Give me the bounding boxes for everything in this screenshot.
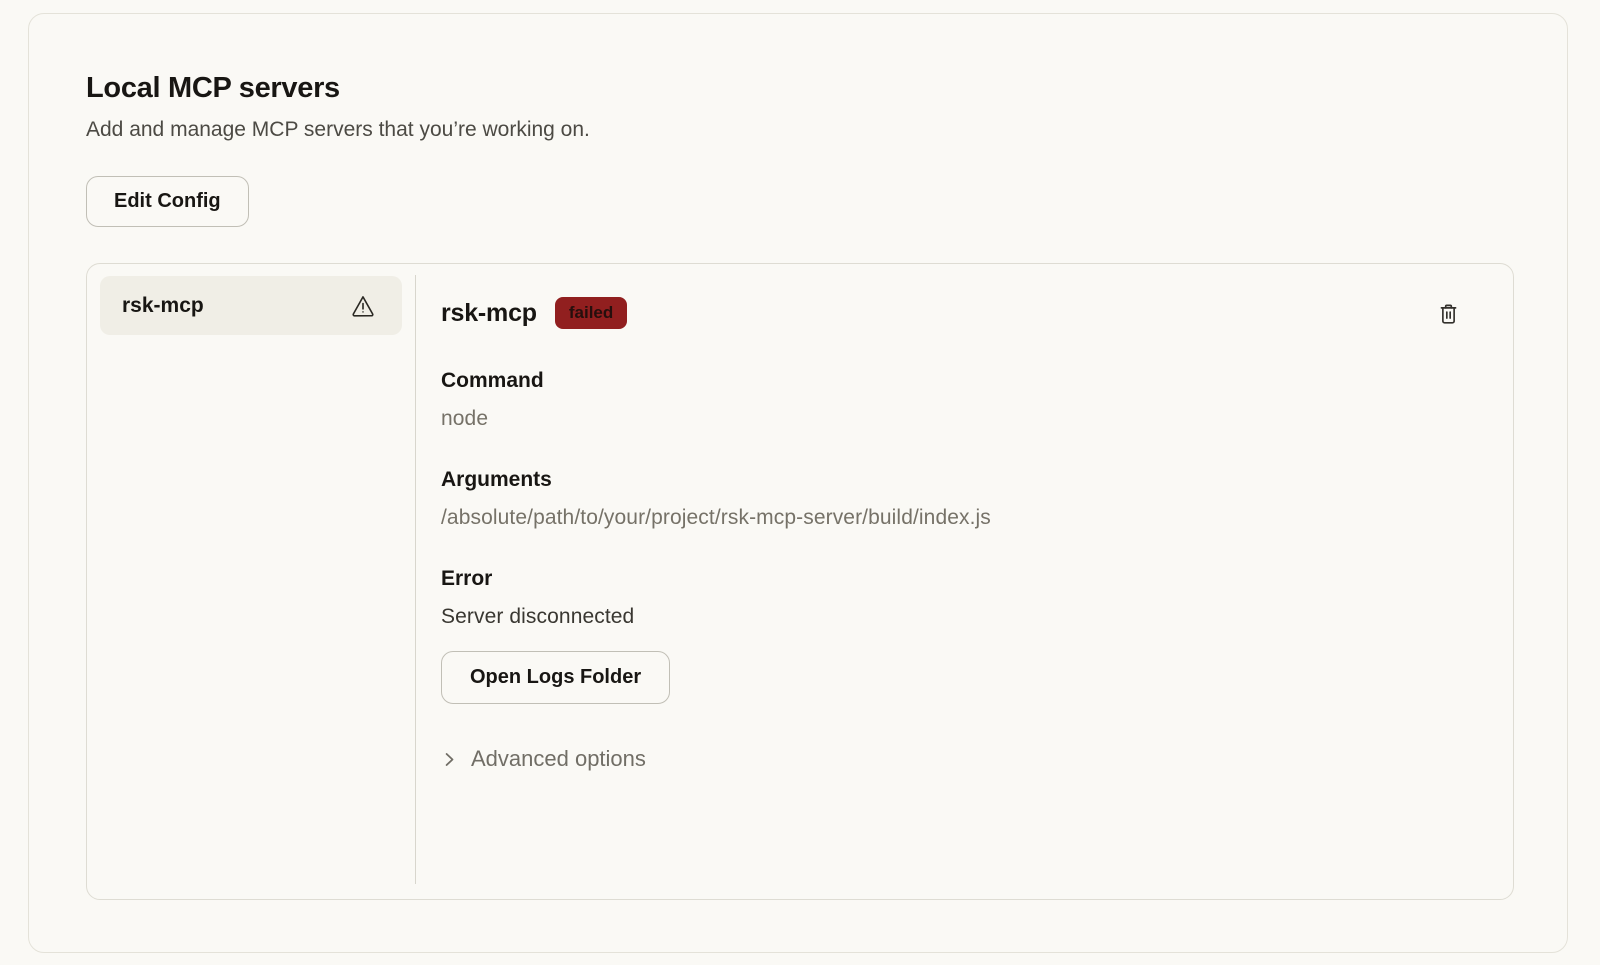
server-card: rsk-mcp rsk-mcp failed: [86, 263, 1514, 900]
server-detail-header: rsk-mcp failed: [441, 297, 1463, 329]
status-badge: failed: [555, 297, 627, 329]
server-list-item-rsk-mcp[interactable]: rsk-mcp: [100, 276, 402, 335]
server-list: rsk-mcp: [87, 264, 415, 899]
page-title: Local MCP servers: [86, 72, 1567, 105]
error-field-value: Server disconnected: [441, 605, 1463, 629]
server-name-label: rsk-mcp: [122, 294, 204, 318]
arguments-field-label: Arguments: [441, 468, 1463, 492]
warning-icon: [350, 293, 376, 319]
server-detail-panel: rsk-mcp failed Co: [416, 264, 1513, 899]
server-detail-title: rsk-mcp: [441, 299, 537, 328]
error-field-label: Error: [441, 567, 1463, 591]
advanced-options-label: Advanced options: [471, 746, 646, 772]
chevron-right-icon: [441, 751, 458, 768]
advanced-options-toggle[interactable]: Advanced options: [441, 746, 646, 772]
page-subtitle: Add and manage MCP servers that you’re w…: [86, 118, 1567, 142]
trash-icon: [1436, 301, 1461, 326]
command-field-value: node: [441, 407, 1463, 431]
command-field: Command node: [441, 369, 1463, 431]
server-detail-fields: Command node Arguments /absolute/path/to…: [441, 369, 1463, 629]
error-field: Error Server disconnected: [441, 567, 1463, 629]
command-field-label: Command: [441, 369, 1463, 393]
arguments-field: Arguments /absolute/path/to/your/project…: [441, 468, 1463, 530]
edit-config-button[interactable]: Edit Config: [86, 176, 249, 227]
settings-panel: Local MCP servers Add and manage MCP ser…: [28, 13, 1568, 953]
open-logs-folder-button[interactable]: Open Logs Folder: [441, 651, 670, 704]
arguments-field-value: /absolute/path/to/your/project/rsk-mcp-s…: [441, 506, 1463, 530]
delete-server-button[interactable]: [1434, 299, 1463, 328]
